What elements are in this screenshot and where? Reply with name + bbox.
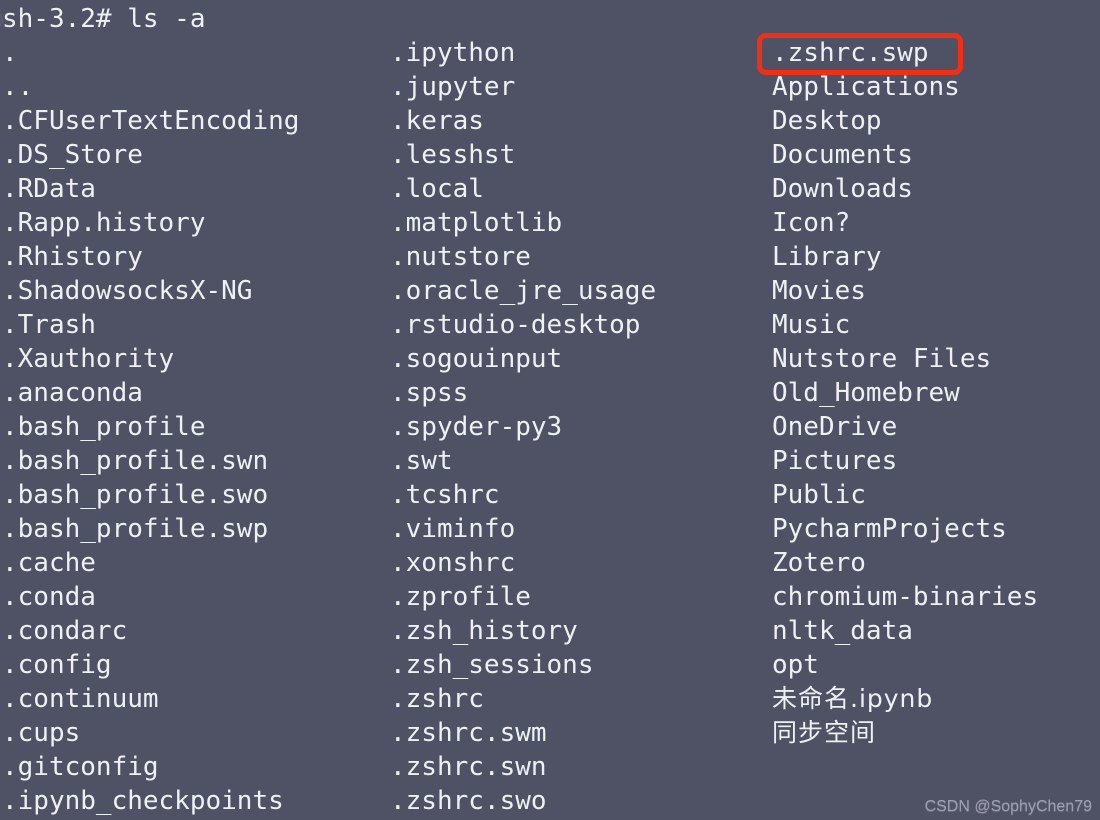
watermark: CSDN @SophyChen79 bbox=[924, 798, 1092, 815]
file-entry: .Rhistory bbox=[2, 242, 143, 272]
file-entry: .zshrc.swo bbox=[390, 786, 547, 816]
file-entry: .bash_profile bbox=[2, 412, 206, 442]
file-entry: Pictures bbox=[772, 446, 898, 476]
file-entry: .viminfo bbox=[390, 514, 516, 544]
file-entry: .conda bbox=[2, 582, 96, 612]
file-entry: Nutstore Files bbox=[772, 344, 992, 374]
file-entry: .bash_profile.swo bbox=[2, 480, 269, 510]
file-entry: .jupyter bbox=[390, 72, 516, 102]
file-entry: .zprofile bbox=[390, 582, 531, 612]
file-entry: .tcshrc bbox=[390, 480, 500, 510]
file-entry: .config bbox=[2, 650, 112, 680]
file-entry: .zshrc bbox=[390, 684, 484, 714]
file-entry: .RData bbox=[2, 174, 96, 204]
file-entry: Zotero bbox=[772, 548, 866, 578]
file-entry: 未命名.ipynb bbox=[772, 684, 934, 713]
file-entry: .zsh_sessions bbox=[390, 650, 594, 680]
file-entry: Documents bbox=[772, 140, 913, 170]
terminal-window[interactable]: b sh-3.2# ls -a ....CFUserTextEncoding.D… bbox=[0, 0, 1100, 820]
file-entry: Music bbox=[772, 310, 851, 340]
file-entry: .spss bbox=[390, 378, 469, 408]
file-entry: Desktop bbox=[772, 106, 882, 136]
file-entry: .rstudio-desktop bbox=[390, 310, 641, 340]
file-entry: Movies bbox=[772, 276, 866, 306]
file-entry: PycharmProjects bbox=[772, 514, 1007, 544]
file-entry: .xonshrc bbox=[390, 548, 516, 578]
shell-prompt-line: sh-3.2# ls -a bbox=[2, 4, 206, 34]
file-entry: Old_Homebrew bbox=[772, 378, 960, 408]
listing-column-2: .ipython .jupyter .keras .lesshst .local .mat… bbox=[390, 36, 772, 818]
file-entry: .ShadowsocksX-NG bbox=[2, 276, 253, 306]
listing-column-1: ... .CFUserTextEncoding .DS_Store .RData .Ra… bbox=[2, 36, 388, 818]
listing-column-3: .zshrc.swp Applications Desktop Documents Do… bbox=[772, 36, 1100, 750]
file-entry: .cups bbox=[2, 718, 81, 748]
file-entry: Public bbox=[772, 480, 866, 510]
file-entry: . bbox=[2, 38, 18, 68]
file-entry: .local bbox=[390, 174, 484, 204]
file-entry: .oracle_jre_usage bbox=[390, 276, 657, 306]
file-entry: .anaconda bbox=[2, 378, 143, 408]
file-entry: .gitconfig bbox=[2, 752, 159, 782]
file-entry: .bash_profile.swn bbox=[2, 446, 269, 476]
file-entry: .nutstore bbox=[390, 242, 531, 272]
file-entry: .continuum bbox=[2, 684, 159, 714]
file-entry: opt bbox=[772, 650, 819, 680]
file-entry: .zshrc.swp bbox=[772, 38, 929, 68]
file-entry: .Rapp.history bbox=[2, 208, 206, 238]
file-entry: .keras bbox=[390, 106, 484, 136]
file-entry: .cache bbox=[2, 548, 96, 578]
file-entry: .zshrc.swm bbox=[390, 718, 547, 748]
file-entry: .CFUserTextEncoding bbox=[2, 106, 300, 136]
file-entry: .swt bbox=[390, 446, 453, 476]
file-entry: .bash_profile.swp bbox=[2, 514, 269, 544]
file-entry: .sogouinput bbox=[390, 344, 563, 374]
file-entry: Downloads bbox=[772, 174, 913, 204]
file-entry: .Xauthority bbox=[2, 344, 175, 374]
file-entry: .DS_Store bbox=[2, 140, 143, 170]
file-entry: 同步空间 bbox=[772, 718, 877, 747]
file-entry: .Trash bbox=[2, 310, 96, 340]
file-entry: nltk_data bbox=[772, 616, 913, 646]
file-entry: OneDrive bbox=[772, 412, 898, 442]
file-entry: Applications bbox=[772, 72, 960, 102]
file-entry: .zshrc.swn bbox=[390, 752, 547, 782]
file-entry: .ipynb_checkpoints bbox=[2, 786, 284, 816]
file-entry: .condarc bbox=[2, 616, 128, 646]
file-entry: .matplotlib bbox=[390, 208, 563, 238]
file-entry: .spyder-py3 bbox=[390, 412, 563, 442]
file-entry: Icon? bbox=[772, 208, 851, 238]
file-entry: .lesshst bbox=[390, 140, 516, 170]
file-entry: .zsh_history bbox=[390, 616, 578, 646]
file-entry: chromium-binaries bbox=[772, 582, 1039, 612]
file-entry: Library bbox=[772, 242, 882, 272]
file-entry: .ipython bbox=[390, 38, 516, 68]
file-entry: .. bbox=[2, 72, 34, 102]
